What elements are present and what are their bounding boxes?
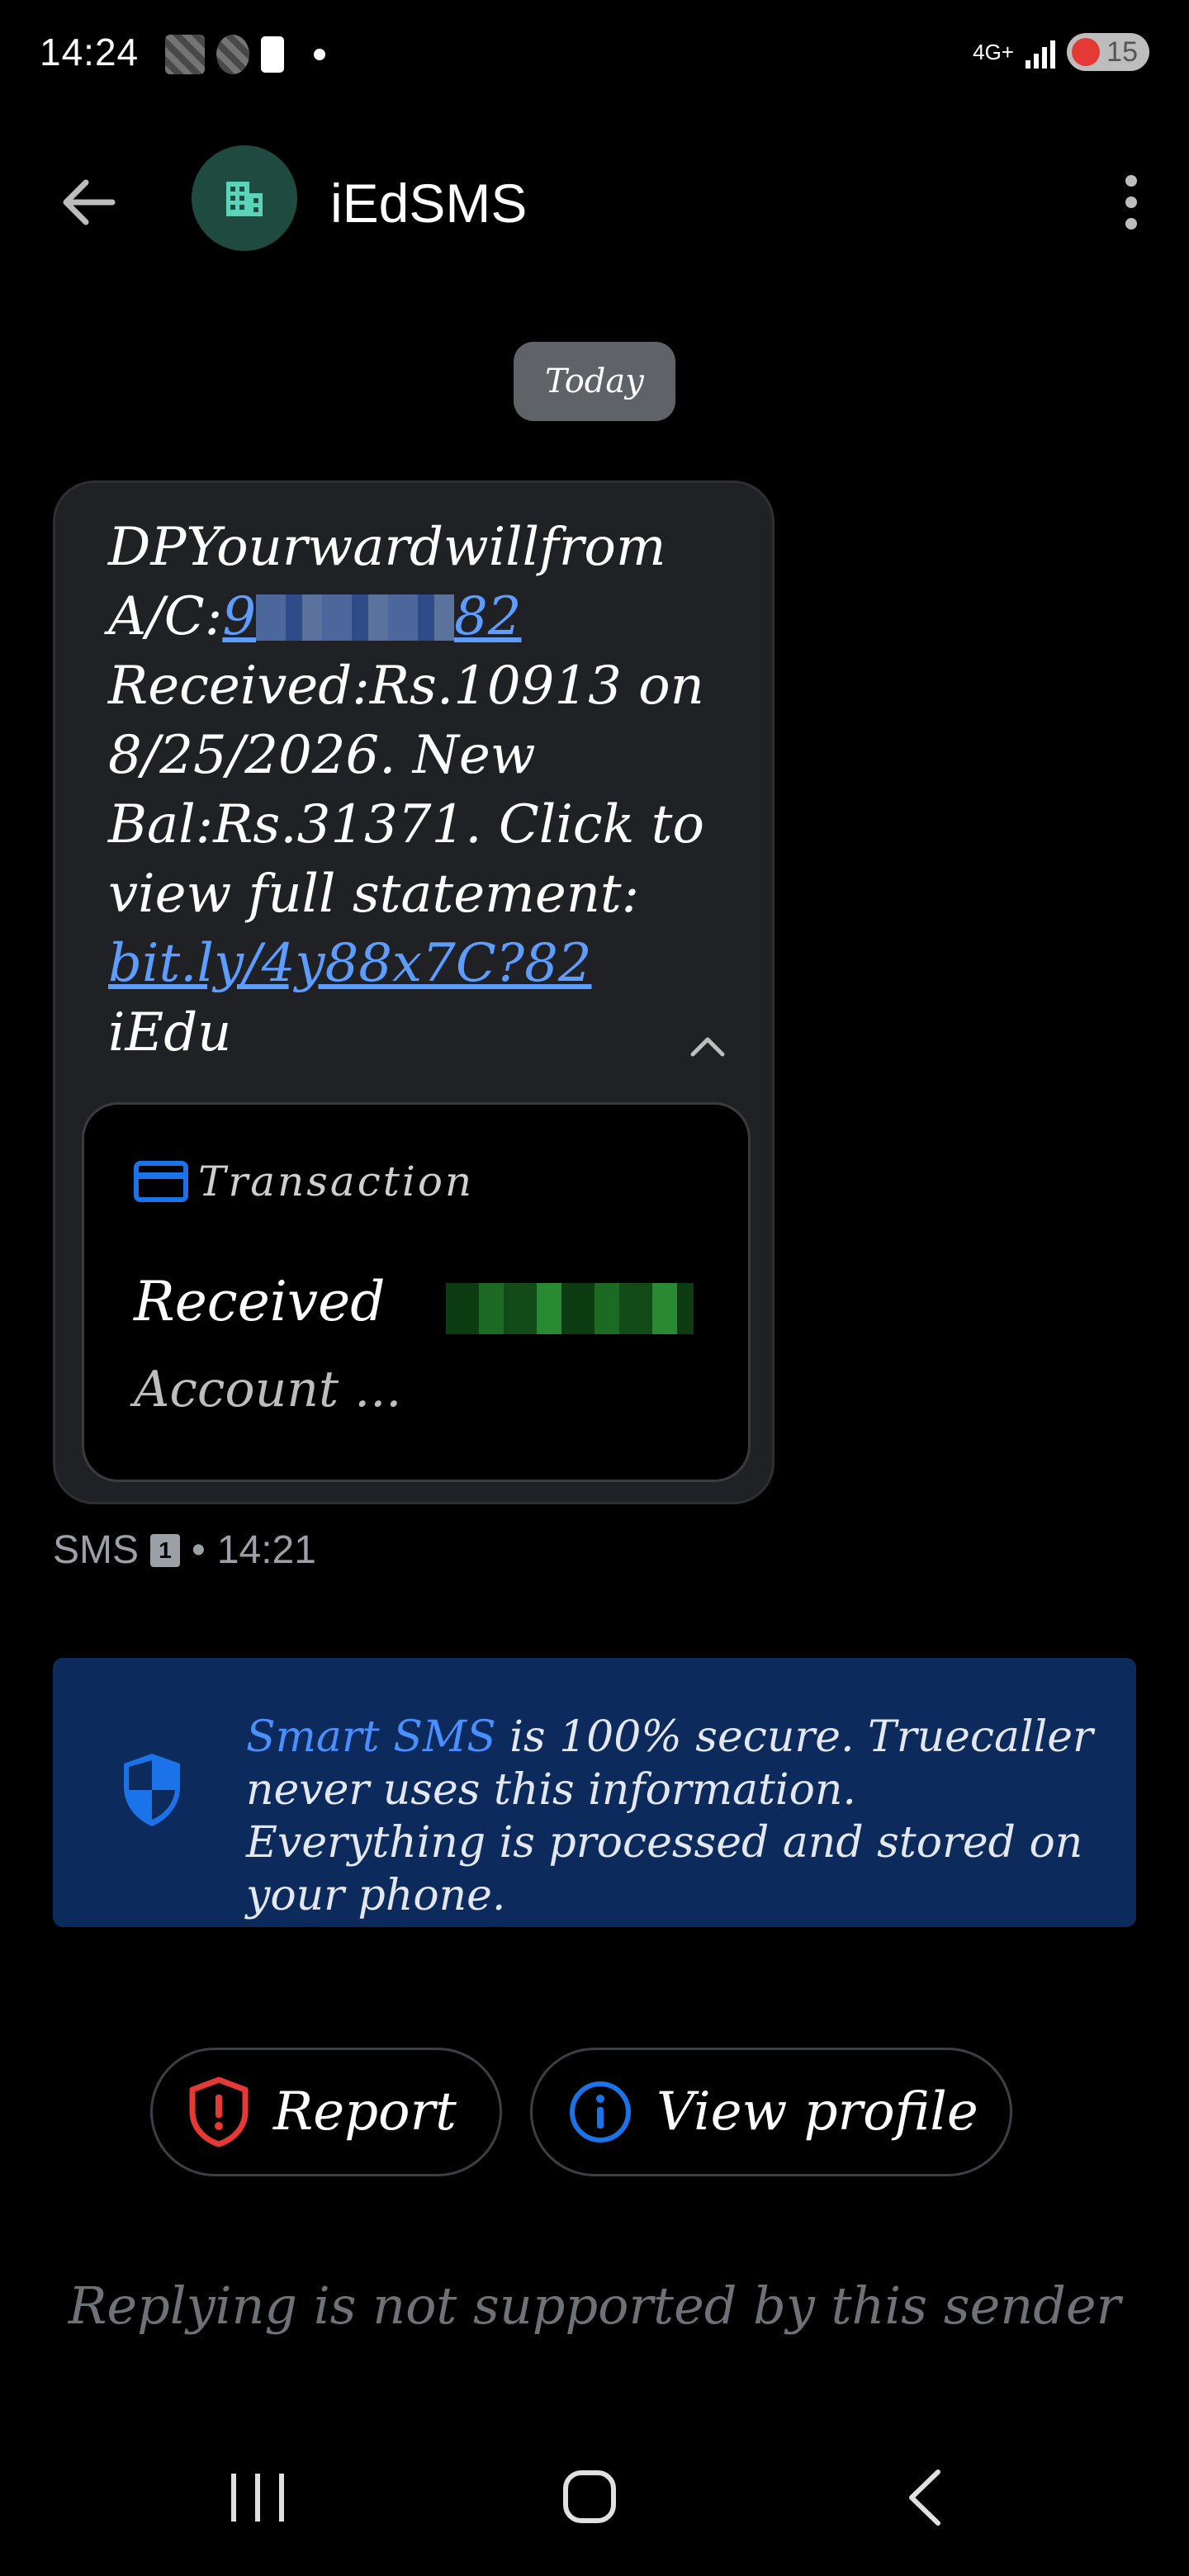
- system-nav-bar: [0, 2444, 1189, 2576]
- status-bar: 14:24 4G+ 15: [0, 0, 1189, 107]
- app-bar: iEdSMS: [0, 140, 1189, 256]
- report-label: Report: [273, 2081, 457, 2143]
- account-number-link[interactable]: 9 82: [222, 586, 521, 647]
- message-body: Received:Rs.10913 on 8/25/2026. New Bal:…: [108, 656, 704, 925]
- transaction-type: Received: [134, 1270, 386, 1333]
- smart-sms-label: Smart SMS: [246, 1712, 496, 1762]
- more-notifications-dot-icon: [314, 49, 325, 60]
- notification-icons: [165, 35, 325, 74]
- view-profile-label: View profile: [656, 2081, 978, 2143]
- collapse-button[interactable]: [683, 1021, 732, 1071]
- sim-icon: 1: [150, 1533, 181, 1567]
- signal-icon: [1026, 36, 1055, 69]
- sender-avatar[interactable]: [192, 145, 297, 251]
- meta-separator: •: [192, 1528, 206, 1572]
- home-button[interactable]: [563, 2470, 616, 2523]
- report-button[interactable]: Report: [150, 2048, 502, 2176]
- arrow-left-icon: [63, 179, 116, 225]
- nav-back-button[interactable]: [905, 2469, 945, 2526]
- back-button[interactable]: [50, 165, 124, 239]
- channel-label: SMS: [53, 1528, 140, 1572]
- message-bubble[interactable]: DPYourwardwillfrom A/C:9 82 Received:Rs.1…: [53, 481, 775, 1504]
- transaction-header: Transaction: [134, 1158, 474, 1205]
- notification-icon: [216, 35, 249, 74]
- redacted-amount: [446, 1283, 694, 1334]
- message-signature: iEdu: [108, 1002, 232, 1063]
- transaction-heading: Transaction: [198, 1158, 475, 1205]
- security-banner: Smart SMS is 100% secure. Truecaller nev…: [53, 1658, 1136, 1927]
- recents-button[interactable]: [231, 2474, 284, 2522]
- info-icon: [570, 2081, 631, 2143]
- statement-link[interactable]: bit.ly/4y88x7C?82: [108, 933, 592, 994]
- account-prefix: A/C:: [108, 586, 223, 647]
- warning-shield-icon: [189, 2076, 249, 2147]
- battery-level: 15: [1106, 36, 1138, 68]
- message-time: 14:21: [216, 1528, 316, 1572]
- building-icon: [226, 182, 263, 216]
- transaction-account: Account ...: [134, 1361, 402, 1418]
- view-profile-button[interactable]: View profile: [530, 2048, 1012, 2176]
- sender-name[interactable]: iEdSMS: [330, 172, 527, 234]
- message-line1: DPYourwardwillfrom: [108, 517, 666, 578]
- status-time: 14:24: [40, 31, 140, 73]
- chevron-up-icon: [690, 1037, 725, 1057]
- date-chip: Today: [514, 342, 675, 421]
- more-vertical-icon: [1125, 175, 1137, 187]
- network-type: 4G+: [973, 40, 1014, 64]
- alert-icon: [261, 36, 284, 73]
- credit-card-icon: [134, 1161, 188, 1202]
- message-text: DPYourwardwillfrom A/C:9 82 Received:Rs.1…: [108, 513, 736, 1068]
- system-icons: 4G+ 15: [973, 33, 1149, 71]
- message-meta: SMS 1 • 14:21: [53, 1527, 316, 1573]
- transaction-card[interactable]: Transaction Received Account ...: [82, 1102, 751, 1482]
- notification-icon: [165, 35, 205, 74]
- shield-icon: [124, 1754, 180, 1826]
- reply-not-supported-note: Replying is not supported by this sender: [68, 2275, 1121, 2336]
- more-options-button[interactable]: [1098, 165, 1164, 239]
- battery-indicator: 15: [1067, 33, 1149, 71]
- redacted-mask: [256, 594, 455, 641]
- banner-text: Smart SMS is 100% secure. Truecaller nev…: [246, 1712, 1093, 1920]
